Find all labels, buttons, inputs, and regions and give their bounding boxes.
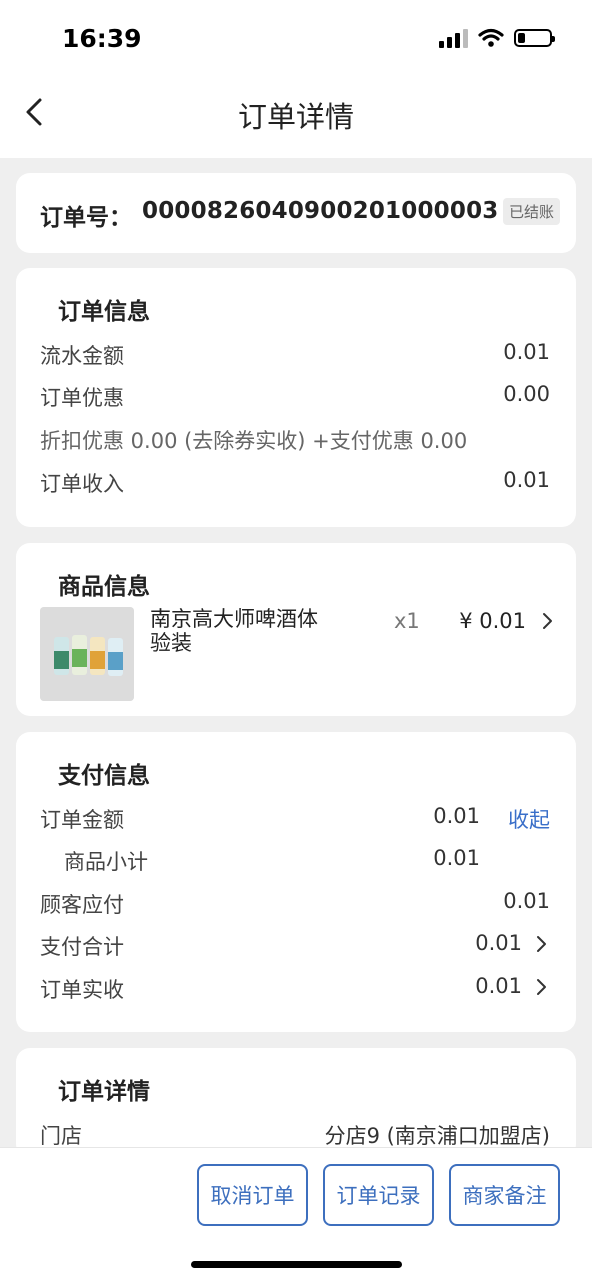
order-detail-card: 订单详情 门店 分店9 (南京浦口加盟店) xyxy=(16,1048,576,1158)
payment-info-title: 支付信息 xyxy=(58,763,150,789)
payment-total-label: 支付合计 xyxy=(40,935,124,959)
discount-detail: 折扣优惠 0.00 (去除券实收) +支付优惠 0.00 xyxy=(40,429,468,453)
order-info-title: 订单信息 xyxy=(58,299,150,325)
status-bar: 16:39 xyxy=(0,0,592,78)
chevron-right-icon[interactable] xyxy=(534,976,550,998)
flow-amount-row: 流水金额 0.01 xyxy=(40,340,550,370)
customer-due-value: 0.01 xyxy=(503,889,550,913)
customer-due-label: 顾客应付 xyxy=(40,893,124,917)
order-info-card: 订单信息 流水金额 0.01 订单优惠 0.00 折扣优惠 0.00 (去除券实… xyxy=(16,268,576,527)
order-discount-value: 0.00 xyxy=(503,382,550,406)
order-number-card: 订单号： 0000826040900201000003 已结账 xyxy=(16,173,576,253)
flow-amount-value: 0.01 xyxy=(503,340,550,364)
status-badge: 已结账 xyxy=(502,198,560,225)
order-number: 0000826040900201000003 xyxy=(142,198,499,224)
product-quantity: x1 xyxy=(394,609,420,633)
order-amount-row: 订单金额 0.01 收起 xyxy=(40,804,550,834)
home-indicator xyxy=(191,1261,402,1268)
battery-icon xyxy=(514,29,555,47)
order-income-value: 0.01 xyxy=(503,468,550,492)
order-discount-label: 订单优惠 xyxy=(40,386,124,410)
subtotal-row: 商品小计 0.01 xyxy=(40,846,550,876)
order-income-label: 订单收入 xyxy=(40,472,124,496)
subtotal-label: 商品小计 xyxy=(64,850,148,874)
discount-detail-row: 折扣优惠 0.00 (去除券实收) +支付优惠 0.00 xyxy=(40,425,550,455)
order-amount-label: 订单金额 xyxy=(40,808,124,832)
order-received-label: 订单实收 xyxy=(40,978,124,1002)
payment-info-card: 支付信息 订单金额 0.01 收起 商品小计 0.01 顾客应付 0.01 支付… xyxy=(16,732,576,1032)
signal-icon xyxy=(439,28,468,48)
order-received-value: 0.01 xyxy=(475,974,522,998)
product-image xyxy=(40,607,134,701)
order-income-row: 订单收入 0.01 xyxy=(40,468,550,498)
nav-bar: 订单详情 xyxy=(0,78,592,158)
page-title: 订单详情 xyxy=(237,100,354,134)
subtotal-value: 0.01 xyxy=(433,846,480,870)
chevron-right-icon[interactable] xyxy=(534,933,550,955)
order-amount-value: 0.01 xyxy=(433,804,480,828)
order-records-button[interactable]: 订单记录 xyxy=(323,1164,434,1226)
merchant-note-button[interactable]: 商家备注 xyxy=(449,1164,560,1226)
product-name: 南京高大师啤酒体验装 xyxy=(150,607,318,655)
bottom-action-bar: 取消订单 订单记录 商家备注 xyxy=(0,1147,592,1280)
product-info-title: 商品信息 xyxy=(58,574,150,600)
chevron-right-icon[interactable] xyxy=(540,610,556,632)
payment-total-row[interactable]: 支付合计 0.01 xyxy=(40,931,550,961)
collapse-button[interactable]: 收起 xyxy=(508,804,550,834)
store-row: 门店 分店9 (南京浦口加盟店) xyxy=(40,1120,550,1150)
wifi-icon xyxy=(478,28,504,47)
order-discount-row: 订单优惠 0.00 xyxy=(40,382,550,412)
customer-due-row: 顾客应付 0.01 xyxy=(40,889,550,919)
product-price: ¥ 0.01 xyxy=(459,609,526,633)
cancel-order-button[interactable]: 取消订单 xyxy=(197,1164,308,1226)
order-detail-title: 订单详情 xyxy=(58,1079,150,1105)
order-number-label: 订单号： xyxy=(40,205,132,231)
status-time: 16:39 xyxy=(62,24,142,53)
product-info-card[interactable]: 商品信息 南京高大师啤酒体验装 x1 ¥ 0.01 xyxy=(16,543,576,716)
order-received-row[interactable]: 订单实收 0.01 xyxy=(40,974,550,1004)
payment-total-value: 0.01 xyxy=(475,931,522,955)
store-label: 门店 xyxy=(40,1124,82,1148)
store-value: 分店9 (南京浦口加盟店) xyxy=(324,1124,550,1148)
status-icons xyxy=(439,28,555,48)
flow-amount-label: 流水金额 xyxy=(40,344,124,368)
